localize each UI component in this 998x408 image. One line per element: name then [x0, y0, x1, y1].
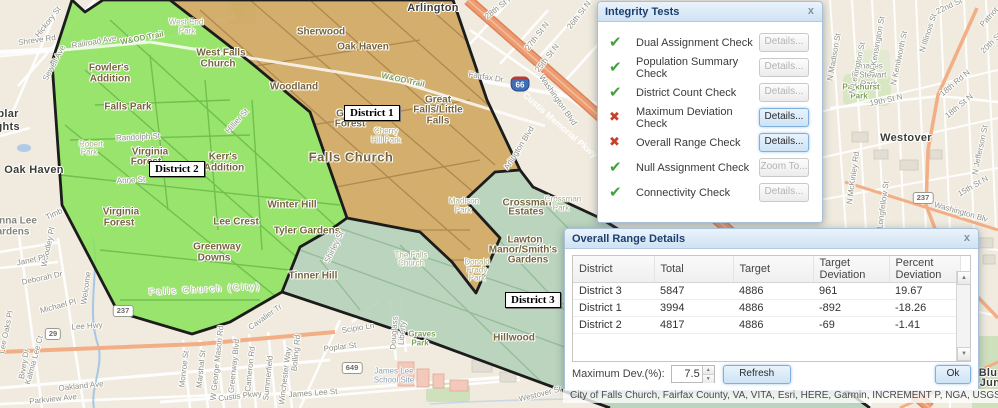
overall-range-panel: Overall Range Details x District Total Tar… [564, 228, 979, 391]
table-row[interactable]: District 3 5847 4886 961 19.67 [573, 282, 960, 300]
column-header[interactable]: Percent Deviation [889, 256, 961, 283]
column-header[interactable]: Target Deviation [813, 256, 890, 283]
integrity-tests-header[interactable]: Integrity Tests x [598, 2, 822, 22]
check-icon: ✔ [609, 158, 622, 176]
test-label: Maximum Deviation Check [636, 105, 733, 130]
close-icon[interactable]: x [963, 233, 971, 244]
table-cell: District 3 [573, 282, 654, 300]
x-icon: ✖ [609, 110, 620, 125]
integrity-test-row: ✖ Maximum Deviation Check Details... [598, 105, 822, 130]
test-action-button[interactable]: Details... [759, 133, 809, 152]
max-dev-field: ▲ ▼ [670, 365, 715, 383]
column-header[interactable]: Target [733, 256, 814, 283]
test-action-button: Zoom To... [759, 158, 809, 177]
table-row[interactable]: District 1 3994 4886 -892 -18.26 [573, 299, 960, 317]
route-shield: 649 [341, 362, 363, 374]
test-label: Connectivity Check [636, 186, 731, 199]
district-1-label: District 1 [344, 105, 400, 121]
ok-button[interactable]: Ok [935, 365, 971, 384]
table-cell: -69 [813, 316, 889, 334]
table-scrollbar[interactable]: ▲ ▼ [956, 271, 971, 361]
close-icon[interactable]: x [807, 6, 815, 17]
map-attribution: City of Falls Church, Fairfax County, VA… [563, 389, 998, 403]
integrity-test-row: ✔ Null Assignment Check Zoom To... [598, 155, 822, 180]
table-cell: 5847 [654, 282, 733, 300]
table-row[interactable]: District 2 4817 4886 -69 -1.41 [573, 316, 960, 334]
max-dev-stepper: ▲ ▼ [701, 366, 714, 383]
test-action-button: Details... [759, 183, 809, 202]
integrity-test-row: ✖ Overall Range Check Details... [598, 130, 822, 155]
integrity-test-row: ✔ Connectivity Check Details... [598, 180, 822, 205]
table-cell: 19.67 [889, 282, 960, 300]
integrity-tests-title: Integrity Tests [605, 5, 680, 18]
integrity-tests-list: ✔ Dual Assignment Check Details... ✔ Populat… [598, 22, 822, 205]
check-icon: ✔ [609, 183, 622, 201]
scroll-down-icon[interactable]: ▼ [957, 347, 971, 361]
check-icon: ✔ [609, 33, 622, 51]
column-header[interactable]: District [573, 256, 655, 283]
table-cell: District 2 [573, 316, 654, 334]
max-dev-label: Maximum Dev.(%): [572, 368, 665, 380]
test-label: Population Summary Check [636, 55, 739, 80]
test-action-button: Details... [759, 58, 809, 77]
stepper-up-icon[interactable]: ▲ [702, 366, 714, 375]
table-cell: 4886 [733, 299, 813, 317]
test-action-button: Details... [759, 83, 809, 102]
table-cell: -18.26 [889, 299, 960, 317]
table-cell: -1.41 [889, 316, 960, 334]
test-label: Dual Assignment Check [636, 36, 753, 49]
refresh-button[interactable]: Refresh [722, 364, 791, 384]
check-icon: ✔ [609, 58, 622, 76]
table-cell: 961 [813, 282, 889, 300]
table-cell: District 1 [573, 299, 654, 317]
district-2-label: District 2 [149, 161, 205, 177]
range-footer: Maximum Dev.(%): ▲ ▼ Refresh Ok [572, 364, 971, 384]
stepper-down-icon[interactable]: ▼ [702, 375, 714, 383]
interstate-66-shield: 66 [510, 76, 530, 92]
overall-range-title: Overall Range Details [572, 232, 686, 245]
district-3-label: District 3 [505, 292, 561, 308]
test-label: Null Assignment Check [636, 161, 750, 174]
column-header[interactable]: Total [654, 256, 734, 283]
check-icon: ✔ [609, 83, 622, 101]
table-cell: 4886 [733, 282, 813, 300]
scroll-up-icon[interactable]: ▲ [957, 271, 971, 285]
integrity-tests-panel: Integrity Tests x ✔ Dual Assignment Check… [597, 1, 823, 223]
integrity-test-row: ✔ District Count Check Details... [598, 80, 822, 105]
table-header-row: District Total Target Target Deviation Perce… [573, 256, 961, 283]
x-icon: ✖ [609, 135, 620, 150]
table-cell: 4886 [733, 316, 813, 334]
route-shield: 237 [912, 192, 934, 204]
range-table: District Total Target Target Deviation Perce… [572, 255, 971, 362]
test-action-button[interactable]: Details... [759, 108, 809, 127]
test-action-button: Details... [759, 33, 809, 52]
test-label: Overall Range Check [636, 136, 741, 149]
table-cell: -892 [813, 299, 889, 317]
integrity-test-row: ✔ Dual Assignment Check Details... [598, 30, 822, 55]
overall-range-header[interactable]: Overall Range Details x [565, 229, 978, 249]
table-cell: 4817 [654, 316, 733, 334]
max-dev-input[interactable] [671, 368, 702, 380]
route-shield: 29 [44, 328, 62, 340]
integrity-test-row: ✔ Population Summary Check Details... [598, 55, 822, 80]
route-shield: 237 [112, 305, 134, 317]
test-label: District Count Check [636, 86, 737, 99]
table-cell: 3994 [654, 299, 733, 317]
